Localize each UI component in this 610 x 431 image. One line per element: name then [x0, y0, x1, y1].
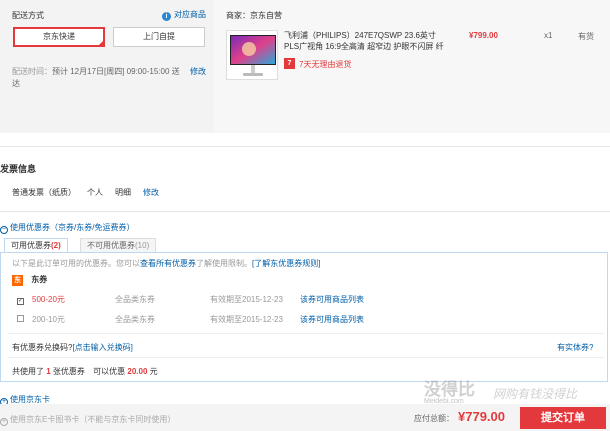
submit-order-button[interactable]: 提交订单 — [520, 407, 606, 429]
total-value: ¥779.00 — [458, 409, 505, 424]
summary-amount: 20.00 — [127, 367, 148, 376]
divider — [0, 211, 610, 212]
coupon-rules-link[interactable]: [了解东优惠券规则] — [252, 259, 320, 268]
enter-redeem-code-link[interactable]: [点击输入兑换码] — [72, 343, 132, 352]
summary-count: 1 — [46, 367, 51, 376]
invoice-type: 普通发票（纸质） — [12, 188, 76, 197]
coupon-checkbox[interactable] — [17, 314, 24, 323]
physical-coupon-link[interactable]: 有实体券? — [557, 342, 593, 353]
ecard-toggle[interactable]: + 使用京东E卡图书卡（不能与京东卡同时使用） — [0, 414, 175, 426]
tab-unusable-coupons[interactable]: 不可用优惠券(10) — [80, 238, 157, 252]
monitor-image — [230, 35, 276, 76]
summary-unit: 元 — [149, 367, 158, 376]
coupon-toggle-label: 使用优惠券（京券/东券/免运费券） — [10, 223, 135, 232]
ship-option-jd-express[interactable]: 京东快递 — [13, 27, 105, 47]
coupon-checkbox[interactable]: ✓ — [17, 294, 24, 305]
coupon-group-header: 东 东券 — [12, 274, 47, 286]
coupon-amount: 200-10元 — [32, 315, 65, 324]
divider — [0, 146, 610, 147]
watermark-slogan: 网购有钱没得比 — [493, 387, 578, 401]
delivery-time-label: 配送时间： — [12, 67, 52, 76]
redeem-row: 有优惠券兑换码?[点击输入兑换码] — [12, 342, 133, 353]
view-all-coupons-link[interactable]: 查看所有优惠券 — [140, 259, 196, 268]
product-thumbnail[interactable] — [226, 30, 278, 80]
invoice-detail: 明细 — [115, 188, 131, 197]
product-title[interactable]: 飞利浦（PHILIPS）247E7QSWP 23.6英寸PLS广视角 16:9全… — [284, 30, 444, 52]
product-price: ¥799.00 — [469, 31, 498, 40]
invoice-person: 个人 — [87, 188, 103, 197]
coupon-notice-prefix: 以下是此订单可用的优惠券。您可以 — [12, 259, 140, 268]
coupon-notice-mid: 了解使用限制。 — [196, 259, 252, 268]
invoice-modify-link[interactable]: 修改 — [143, 187, 159, 198]
coupon-scope: 全品类东券 — [115, 295, 155, 304]
summary-save: 可以优惠 — [93, 367, 126, 376]
coupon-scope: 全品类东券 — [115, 315, 155, 324]
summary-mid: 张优惠券 — [52, 367, 85, 376]
invoice-heading: 发票信息 — [0, 164, 37, 174]
collapse-minus-icon: − — [0, 226, 8, 234]
tab-usable-coupons[interactable]: 可用优惠券(2) — [4, 238, 68, 253]
watermark-url: Meidebi.com — [424, 398, 464, 405]
coupon-amount: 500-20元 — [32, 295, 65, 304]
expand-plus-icon: + — [0, 418, 8, 426]
seller-label: 商家：京东自营 — [226, 11, 282, 20]
delivery-time-modify-link[interactable]: 修改 — [190, 66, 206, 77]
total-label: 应付总额： — [414, 414, 454, 423]
divider — [8, 333, 604, 334]
shipping-info-link-label: 对应商品 — [174, 10, 206, 19]
tab-unusable-count: (10) — [135, 241, 150, 250]
watermark-logo: 没得比 — [424, 380, 475, 400]
coupon-product-list-link[interactable]: 该券可用商品列表 — [300, 294, 364, 305]
summary-prefix: 共使用了 — [12, 367, 44, 376]
coupon-product-list-link[interactable]: 该券可用商品列表 — [300, 314, 364, 325]
info-icon: i — [162, 12, 171, 21]
jdcard-toggle-label: 使用京东卡 — [10, 395, 50, 404]
dong-coupon-tag: 东 — [12, 275, 23, 286]
product-stock: 有货 — [578, 32, 594, 41]
return-text: 7天无理由退货 — [299, 60, 352, 69]
delivery-time: 配送时间：预计 12月17日[周四] 09:00-15:00 送达 — [12, 66, 182, 90]
divider — [8, 357, 604, 358]
shipping-info-link[interactable]: i 对应商品 — [162, 9, 206, 21]
coupon-summary: 共使用了 1 张优惠券 可以优惠 20.00 元 — [12, 366, 158, 377]
return-badge-icon: 7 — [284, 58, 295, 69]
redeem-prefix: 有优惠券兑换码? — [12, 343, 73, 352]
checkbox-checked-icon: ✓ — [17, 298, 24, 305]
tab-usable-label: 可用优惠券 — [11, 241, 51, 250]
checkbox-unchecked-icon — [17, 315, 24, 322]
tab-unusable-label: 不可用优惠券 — [87, 241, 135, 250]
product-qty: x1 — [544, 31, 553, 40]
tab-usable-count: (2) — [51, 241, 61, 250]
coupon-notice: 以下是此订单可用的优惠券。您可以查看所有优惠券了解使用限制。[了解东优惠券规则] — [12, 258, 320, 269]
coupon-expiry: 有效期至2015-12-23 — [210, 295, 283, 304]
coupon-toggle[interactable]: − 使用优惠券（京券/东券/免运费券） — [0, 222, 134, 234]
ship-option-pickup[interactable]: 上门自提 — [113, 27, 205, 47]
shipping-title: 配送方式 — [12, 11, 44, 20]
coupon-group-name: 东券 — [31, 275, 48, 284]
shipping-panel: 配送方式 i 对应商品 京东快递 上门自提 配送时间：预计 12月17日[周四] … — [0, 0, 214, 133]
coupon-expiry: 有效期至2015-12-23 — [210, 315, 283, 324]
ecard-toggle-label: 使用京东E卡图书卡（不能与京东卡同时使用） — [10, 415, 176, 424]
